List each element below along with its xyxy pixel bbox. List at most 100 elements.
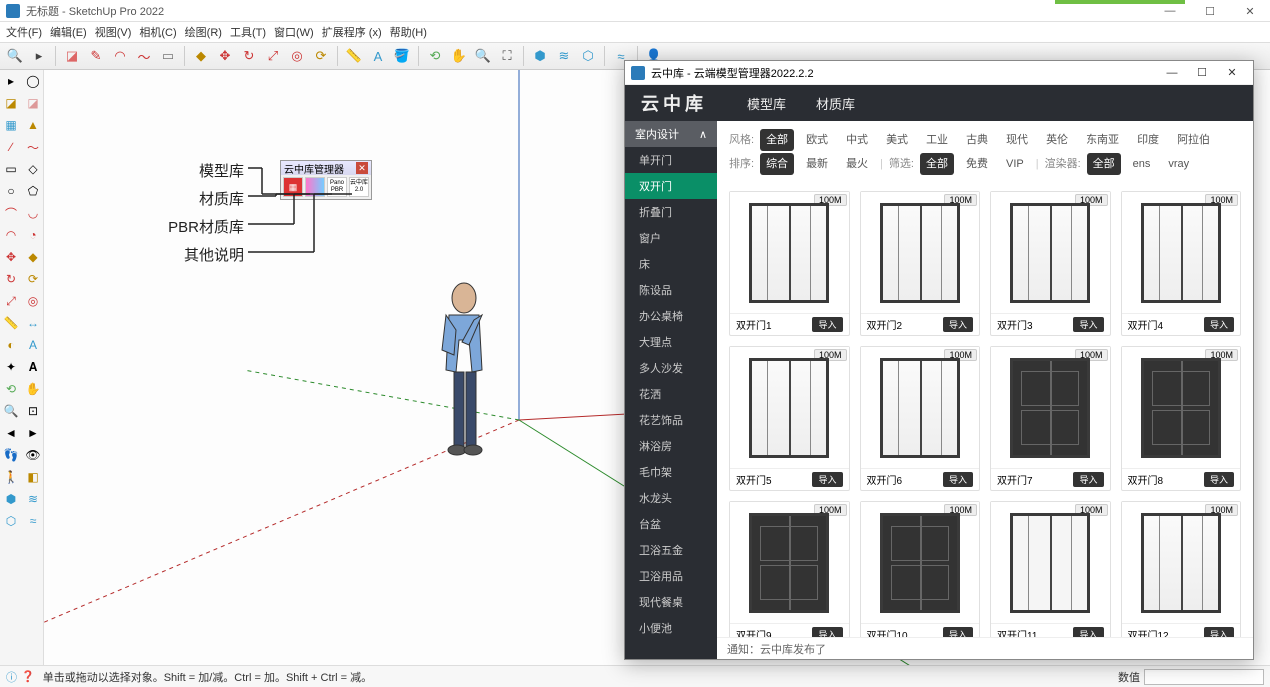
library-card[interactable]: 100M双开门4导入	[1121, 191, 1242, 336]
lt-free-icon[interactable]: ～	[22, 136, 44, 158]
filter-chip[interactable]: 最火	[840, 153, 874, 175]
library-close-button[interactable]: ✕	[1217, 63, 1247, 83]
library-side-item[interactable]: 陈设品	[625, 277, 717, 303]
rect-icon[interactable]: ▭	[157, 45, 179, 67]
library-side-item[interactable]: 花艺饰品	[625, 407, 717, 433]
lt-line-icon[interactable]: ∕	[0, 136, 22, 158]
library-tab-materials[interactable]: 材质库	[816, 94, 855, 113]
download-button[interactable]: 导入	[1073, 627, 1103, 637]
filter-chip[interactable]: 现代	[1000, 129, 1034, 151]
lt-ext7-icon[interactable]: ⬡	[0, 510, 22, 532]
library-side-item[interactable]: 卫浴五金	[625, 537, 717, 563]
lt-offset-icon[interactable]: ◎	[22, 290, 44, 312]
library-side-item[interactable]: 小便池	[625, 615, 717, 641]
pushpull-icon[interactable]: ◆	[190, 45, 212, 67]
filter-chip[interactable]: VIP	[1000, 153, 1030, 175]
download-button[interactable]: 导入	[943, 627, 973, 637]
filter-chip[interactable]: 工业	[920, 129, 954, 151]
lt-ext5-icon[interactable]: ⬢	[0, 488, 22, 510]
status-help-icon[interactable]: ❓	[21, 670, 35, 683]
library-side-item[interactable]: 水龙头	[625, 485, 717, 511]
library-side-item[interactable]: 淋浴房	[625, 433, 717, 459]
tape-icon[interactable]: 📏	[343, 45, 365, 67]
menu-edit[interactable]: 编辑(E)	[50, 24, 87, 40]
offset-icon[interactable]: ◎	[286, 45, 308, 67]
filter-chip[interactable]: 综合	[760, 153, 794, 175]
library-side-item[interactable]: 床	[625, 251, 717, 277]
library-card[interactable]: 100M双开门12导入	[1121, 501, 1242, 637]
paint-icon[interactable]: 🪣	[391, 45, 413, 67]
filter-chip[interactable]: 免费	[960, 153, 994, 175]
lt-section-icon[interactable]: ◧	[22, 466, 44, 488]
library-side-item[interactable]: 双开门	[625, 173, 717, 199]
library-side-item[interactable]: 单开门	[625, 147, 717, 173]
lt-text-icon[interactable]: A	[22, 334, 44, 356]
library-side-item[interactable]: 大理点	[625, 329, 717, 355]
lt-rotrect-icon[interactable]: ◇	[22, 158, 44, 180]
lt-axes-icon[interactable]: ✦	[0, 356, 22, 378]
zoom-extents-icon[interactable]: ⛶	[496, 45, 518, 67]
lt-eraser-icon[interactable]: ◪	[0, 92, 22, 114]
eraser-icon[interactable]: ◪	[61, 45, 83, 67]
menu-window[interactable]: 窗口(W)	[274, 24, 314, 40]
menu-help[interactable]: 帮助(H)	[390, 24, 427, 40]
library-card[interactable]: 100M双开门8导入	[1121, 346, 1242, 491]
lt-zoom-icon[interactable]: 🔍	[0, 400, 22, 422]
minimize-button[interactable]: —	[1150, 0, 1190, 22]
library-category[interactable]: 室内设计 ∧	[625, 121, 717, 147]
lt-orbit-icon[interactable]: ⟲	[0, 378, 22, 400]
library-card[interactable]: 100M双开门5导入	[729, 346, 850, 491]
lt-arc1-icon[interactable]: ⌒	[0, 202, 22, 224]
lt-tape-icon[interactable]: 📏	[0, 312, 22, 334]
lt-follow-icon[interactable]: ⟳	[22, 268, 44, 290]
library-side-item[interactable]: 办公桌椅	[625, 303, 717, 329]
library-card[interactable]: 100M双开门1导入	[729, 191, 850, 336]
lt-dim-icon[interactable]: ↔	[22, 312, 44, 334]
filter-chip[interactable]: 阿拉伯	[1171, 129, 1216, 151]
lt-walk-icon[interactable]: 🚶	[0, 466, 22, 488]
library-side-item[interactable]: 卫浴用品	[625, 563, 717, 589]
followme-icon[interactable]: ⟳	[310, 45, 332, 67]
pan-icon[interactable]: ✋	[448, 45, 470, 67]
library-card[interactable]: 100M双开门7导入	[990, 346, 1111, 491]
status-value-input[interactable]	[1144, 669, 1264, 685]
library-titlebar[interactable]: 云中库 - 云端模型管理器2022.2.2 — ☐ ✕	[625, 61, 1253, 85]
lt-next-icon[interactable]: ►	[22, 422, 44, 444]
filter-chip[interactable]: 中式	[840, 129, 874, 151]
scale-icon[interactable]: ⤢	[262, 45, 284, 67]
download-button[interactable]: 导入	[1204, 627, 1234, 637]
menu-file[interactable]: 文件(F)	[6, 24, 42, 40]
lt-arc2-icon[interactable]: ◡	[22, 202, 44, 224]
download-button[interactable]: 导入	[1073, 317, 1103, 332]
menu-tools[interactable]: 工具(T)	[230, 24, 266, 40]
lt-lasso-icon[interactable]: ◯	[22, 70, 44, 92]
lt-rect-icon[interactable]: ▭	[0, 158, 22, 180]
filter-chip[interactable]: 东南亚	[1080, 129, 1125, 151]
lt-poly-icon[interactable]: ⬠	[22, 180, 44, 202]
download-button[interactable]: 导入	[1204, 317, 1234, 332]
filter-chip[interactable]: 全部	[760, 129, 794, 151]
lt-pos-icon[interactable]: 👣	[0, 444, 22, 466]
download-button[interactable]: 导入	[943, 472, 973, 487]
filter-chip[interactable]: 印度	[1131, 129, 1165, 151]
lt-ext6-icon[interactable]: ≋	[22, 488, 44, 510]
filter-chip[interactable]: 欧式	[800, 129, 834, 151]
download-button[interactable]: 导入	[812, 472, 842, 487]
ext1-icon[interactable]: ⬢	[529, 45, 551, 67]
status-info-icon[interactable]: ⓘ	[6, 669, 17, 685]
lt-ext8-icon[interactable]: ≈	[22, 510, 44, 532]
lt-zoomwin-icon[interactable]: ⊡	[22, 400, 44, 422]
download-button[interactable]: 导入	[812, 317, 842, 332]
library-side-item[interactable]: 毛巾架	[625, 459, 717, 485]
lt-move-icon[interactable]: ✥	[0, 246, 22, 268]
library-card[interactable]: 100M双开门6导入	[860, 346, 981, 491]
menu-camera[interactable]: 相机(C)	[139, 24, 176, 40]
arc-icon[interactable]: ◠	[109, 45, 131, 67]
filter-chip[interactable]: 全部	[920, 153, 954, 175]
lt-3dtext-icon[interactable]: 𝐀	[22, 356, 44, 378]
ext2-icon[interactable]: ≋	[553, 45, 575, 67]
text-icon[interactable]: A	[367, 45, 389, 67]
library-card[interactable]: 100M双开门2导入	[860, 191, 981, 336]
library-side-item[interactable]: 窗户	[625, 225, 717, 251]
library-card[interactable]: 100M双开门11导入	[990, 501, 1111, 637]
